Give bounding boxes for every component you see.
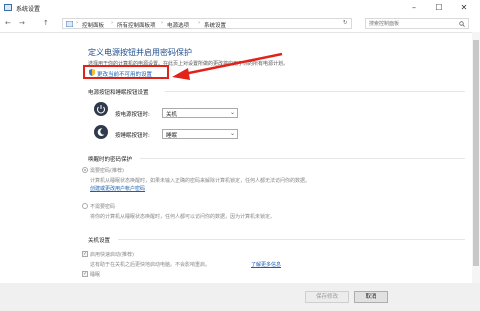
chevron-down-icon: ⌄: [229, 130, 235, 137]
no-password-radio[interactable]: [82, 203, 88, 209]
breadcrumb-separator: ›: [161, 20, 164, 26]
breadcrumb-item-power-options[interactable]: 电源选项: [167, 21, 189, 29]
fast-startup-label: 启用快速启动(推荐): [90, 252, 134, 258]
create-password-link[interactable]: 创建或更改用户帐户密码: [90, 185, 145, 192]
chevron-down-icon: ⌄: [229, 109, 235, 116]
scrollbar-thumb[interactable]: [473, 40, 479, 266]
sleep-button-action-select[interactable]: 睡眠 ⌄: [162, 129, 238, 139]
require-password-label: 需要密码(推荐): [90, 168, 124, 174]
no-password-desc: 将你的计算机从睡眠状态唤醒时，任何人都可以访问你的数据，因为计算机未锁定。: [90, 214, 276, 220]
minimize-button[interactable]: –: [402, 1, 426, 14]
change-unavailable-settings-link[interactable]: 更改当前不可用的设置: [97, 70, 152, 78]
sleep-checkbox-label: 睡眠: [90, 272, 101, 278]
section-divider: [165, 91, 465, 92]
back-button[interactable]: ←: [5, 19, 11, 27]
sleep-checkbox[interactable]: ✓: [82, 271, 88, 277]
close-button[interactable]: ✕: [452, 1, 476, 14]
search-icon[interactable]: [459, 21, 465, 27]
password-section-title: 唤醒时的密码保护: [88, 157, 133, 163]
breadcrumb-separator: ›: [111, 20, 114, 26]
address-bar: ← → ↑ › 控制面板 › 所有控制面板项 › 电源选项 › 系统设置 ↻: [0, 16, 480, 33]
no-password-label: 不需要密码: [90, 204, 116, 210]
refresh-icon[interactable]: ↻: [343, 20, 348, 26]
select-value: 睡眠: [166, 133, 178, 139]
require-password-radio[interactable]: [82, 167, 88, 173]
sleep-icon: [94, 125, 108, 139]
fast-startup-checkbox[interactable]: ✓: [82, 251, 88, 257]
power-icon: [97, 105, 105, 114]
power-button-section-title: 电源按钮和睡眠按钮设置: [88, 90, 149, 96]
moon-icon: [97, 128, 105, 136]
breadcrumb-item-system-settings[interactable]: 系统设置: [204, 21, 226, 29]
maximize-button[interactable]: ☐: [427, 1, 451, 14]
up-button[interactable]: ↑: [43, 19, 49, 27]
fast-startup-desc: 这有助于在关机之后更快地启动电脑。不会影响重启。: [90, 262, 211, 268]
search-input[interactable]: [369, 20, 453, 28]
shield-icon: [89, 69, 95, 76]
learn-more-link[interactable]: 了解更多信息: [251, 261, 281, 268]
title-bar: 系统设置 – ☐ ✕: [0, 0, 480, 16]
save-changes-button[interactable]: 保存修改: [305, 291, 349, 303]
sleep-button-label: 按睡眠按钮时:: [115, 133, 150, 139]
control-panel-icon: [66, 21, 73, 27]
require-password-desc: 计算机从睡眠状态唤醒时，如果未输入正确的密码来解除计算机锁定，任何人都无法访问你…: [90, 178, 311, 184]
breadcrumb-item-all-items[interactable]: 所有控制面板项: [117, 21, 156, 29]
power-icon: [94, 102, 108, 116]
forward-button[interactable]: →: [19, 19, 25, 27]
search-box: [365, 18, 469, 29]
red-arrow-annotation: [172, 52, 283, 80]
section-divider: [118, 239, 465, 240]
power-button-label: 按电源按钮时:: [115, 112, 150, 118]
power-button-action-select[interactable]: 关机 ⌄: [162, 108, 238, 118]
section-divider: [140, 158, 465, 159]
window-title: 系统设置: [16, 6, 41, 13]
breadcrumb-separator: ›: [76, 20, 79, 26]
select-value: 关机: [166, 112, 178, 118]
footer-bar: 保存修改 取消: [0, 283, 480, 311]
cancel-button[interactable]: 取消: [354, 291, 388, 303]
shutdown-section-title: 关机设置: [88, 238, 111, 244]
breadcrumb-item-control-panel[interactable]: 控制面板: [82, 21, 104, 29]
control-panel-icon: [4, 4, 12, 11]
breadcrumb-separator: ›: [198, 20, 201, 26]
breadcrumb: › 控制面板 › 所有控制面板项 › 电源选项 › 系统设置 ↻: [62, 18, 352, 29]
